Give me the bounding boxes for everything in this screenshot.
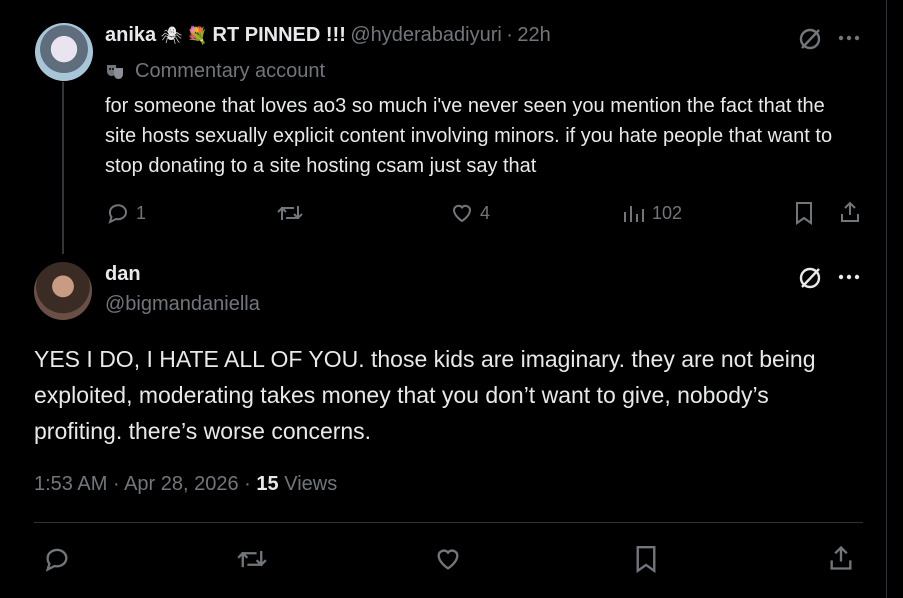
share-icon — [830, 545, 852, 570]
share-icon — [841, 201, 859, 222]
account-label-text: Commentary account — [135, 60, 326, 82]
retweet-button[interactable] — [277, 201, 309, 225]
bookmark-icon — [796, 202, 812, 225]
tweet-metadata: 1:53 AM · Apr 28, 2026 · 15 Views — [34, 473, 337, 496]
more-options-icon[interactable] — [838, 35, 860, 41]
name-emoji: 🕷 💐 — [160, 26, 209, 45]
analytics-icon — [622, 201, 646, 225]
reply-icon — [45, 548, 68, 572]
timestamp[interactable]: 22h — [517, 24, 550, 46]
display-name[interactable]: dan — [105, 263, 141, 286]
share-button[interactable] — [838, 200, 862, 224]
reply-author-row: anika 🕷 💐 RT PINNED !!! @hyderabadiyuri … — [105, 24, 551, 47]
reply-tweet-text: for someone that loves ao3 so much i've … — [105, 95, 833, 177]
bookmark-button[interactable] — [633, 544, 659, 574]
like-button[interactable]: 4 — [450, 201, 490, 225]
tweet-thread: anika 🕷 💐 RT PINNED !!! @hyderabadiyuri … — [0, 0, 887, 598]
handle[interactable]: @hyderabadiyuri — [350, 24, 502, 46]
masks-icon — [105, 62, 125, 82]
retweet-icon — [237, 550, 267, 568]
views-count[interactable]: 15 — [256, 473, 278, 495]
separator-dot: · — [506, 24, 513, 46]
tweet-time[interactable]: 1:53 AM — [34, 473, 107, 495]
like-button[interactable] — [434, 545, 462, 573]
reply-button[interactable] — [43, 545, 71, 573]
separator-dot: · — [112, 473, 120, 495]
thread-connector-line — [62, 82, 64, 254]
account-label: Commentary account — [105, 60, 325, 83]
retweet-icon — [277, 201, 303, 225]
reply-icon — [106, 201, 130, 225]
share-button[interactable] — [827, 544, 855, 572]
avatar[interactable] — [35, 23, 93, 81]
display-name[interactable]: anika — [105, 24, 156, 46]
retweet-button[interactable] — [237, 545, 267, 573]
reply-button[interactable]: 1 — [106, 201, 146, 225]
bookmark-icon — [636, 546, 656, 574]
like-count: 4 — [480, 202, 491, 223]
tweet-date[interactable]: Apr 28, 2026 — [124, 473, 239, 495]
heart-icon — [437, 549, 459, 570]
views-label: Views — [284, 473, 338, 495]
avatar[interactable] — [34, 262, 92, 320]
grok-icon[interactable] — [797, 26, 823, 52]
display-name-suffix: RT PINNED !!! — [212, 24, 346, 46]
bookmark-button[interactable] — [793, 201, 815, 225]
divider — [34, 522, 863, 523]
main-tweet-text: YES I DO, I HATE ALL OF YOU. those kids … — [34, 346, 816, 444]
more-options-icon[interactable] — [838, 274, 860, 280]
views-button[interactable]: 102 — [622, 201, 682, 225]
reply-count: 1 — [136, 202, 147, 223]
separator-dot: · — [244, 473, 251, 495]
heart-icon — [450, 201, 474, 225]
handle[interactable]: @bigmandaniella — [105, 293, 260, 316]
view-count: 102 — [652, 202, 683, 223]
grok-icon[interactable] — [797, 265, 823, 291]
